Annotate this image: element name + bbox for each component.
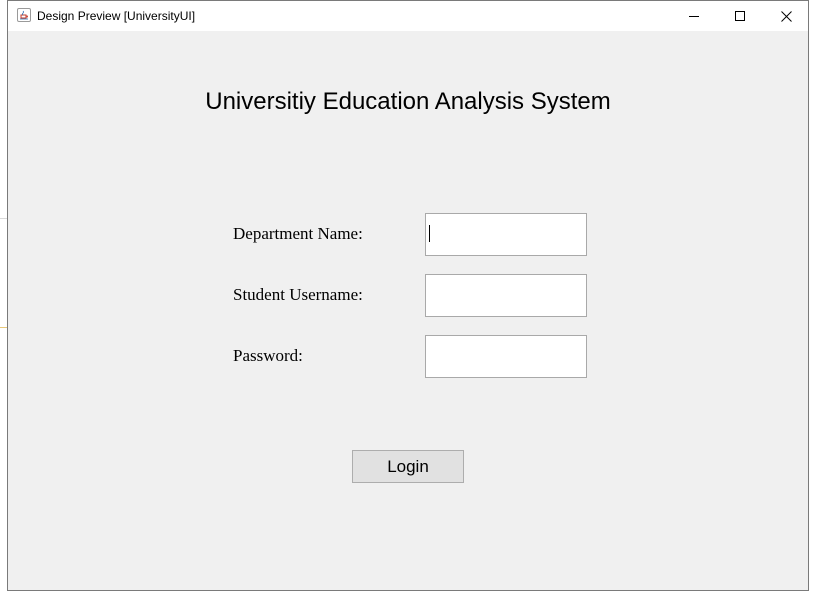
minimize-icon (689, 16, 699, 17)
maximize-button[interactable] (717, 1, 763, 31)
password-label: Password: (233, 346, 303, 365)
java-cup-icon (17, 8, 31, 22)
close-icon (780, 10, 792, 22)
page-title: Universitiy Education Analysis System (205, 88, 611, 115)
close-button[interactable] (763, 1, 809, 31)
department-name-label: Department Name: (233, 224, 363, 243)
window-title: Design Preview [UniversityUI] (37, 9, 196, 23)
design-preview-window: Design Preview [UniversityUI] Universiti… (7, 0, 809, 591)
student-username-label: Student Username: (233, 285, 363, 304)
login-button[interactable]: Login (352, 450, 464, 483)
form-panel: Universitiy Education Analysis System De… (8, 31, 808, 590)
department-name-field[interactable] (425, 213, 587, 256)
minimize-button[interactable] (671, 1, 717, 31)
text-caret (429, 225, 430, 242)
maximize-icon (735, 11, 745, 21)
password-field[interactable] (425, 335, 587, 378)
title-bar[interactable]: Design Preview [UniversityUI] (8, 1, 808, 31)
student-username-field[interactable] (425, 274, 587, 317)
